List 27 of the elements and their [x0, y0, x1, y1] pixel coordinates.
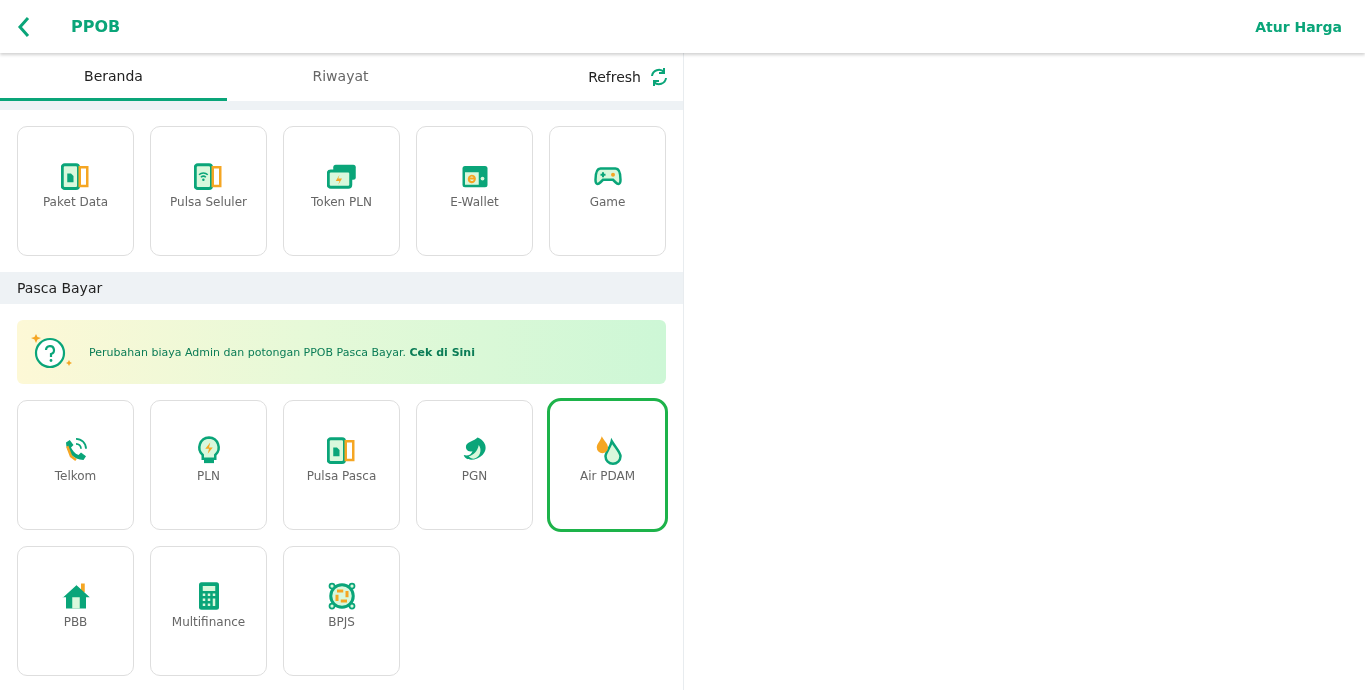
- cek-link[interactable]: Cek di Sini: [409, 345, 475, 359]
- emblem-icon: [326, 581, 357, 611]
- page-title: PPOB: [71, 17, 121, 36]
- service-tile[interactable]: PBB: [17, 546, 134, 676]
- atur-harga-link[interactable]: Atur Harga: [1255, 18, 1342, 35]
- section-title: Pasca Bayar: [17, 280, 103, 296]
- service-tile[interactable]: PGN: [416, 400, 533, 530]
- service-tile[interactable]: Game: [549, 126, 666, 256]
- service-tile[interactable]: Paket Data: [17, 126, 134, 256]
- service-tile[interactable]: BPJS: [283, 546, 400, 676]
- house-icon: [60, 581, 91, 611]
- banner-text: Perubahan biaya Admin dan potongan PPOB Pasca Bayar. Cek di Sini: [89, 345, 475, 359]
- chevron-left-icon: [17, 15, 31, 38]
- sim-card-icon: [60, 161, 91, 191]
- service-tile[interactable]: PLN: [150, 400, 267, 530]
- service-tile[interactable]: Telkom: [17, 400, 134, 530]
- service-tile[interactable]: E-Wallet: [416, 126, 533, 256]
- tab[interactable]: Riwayat: [227, 53, 454, 101]
- service-tile[interactable]: Pulsa Seluler: [150, 126, 267, 256]
- service-tile[interactable]: Pulsa Pasca: [283, 400, 400, 530]
- service-tile[interactable]: Air PDAM: [547, 398, 668, 532]
- sim-card-icon: [326, 435, 357, 465]
- phone-wifi-icon: [193, 161, 224, 191]
- refresh-button[interactable]: Refresh: [588, 67, 669, 87]
- service-tile[interactable]: Token PLN: [283, 126, 400, 256]
- refresh-icon: [649, 67, 669, 87]
- service-tile[interactable]: Multifinance: [150, 546, 267, 676]
